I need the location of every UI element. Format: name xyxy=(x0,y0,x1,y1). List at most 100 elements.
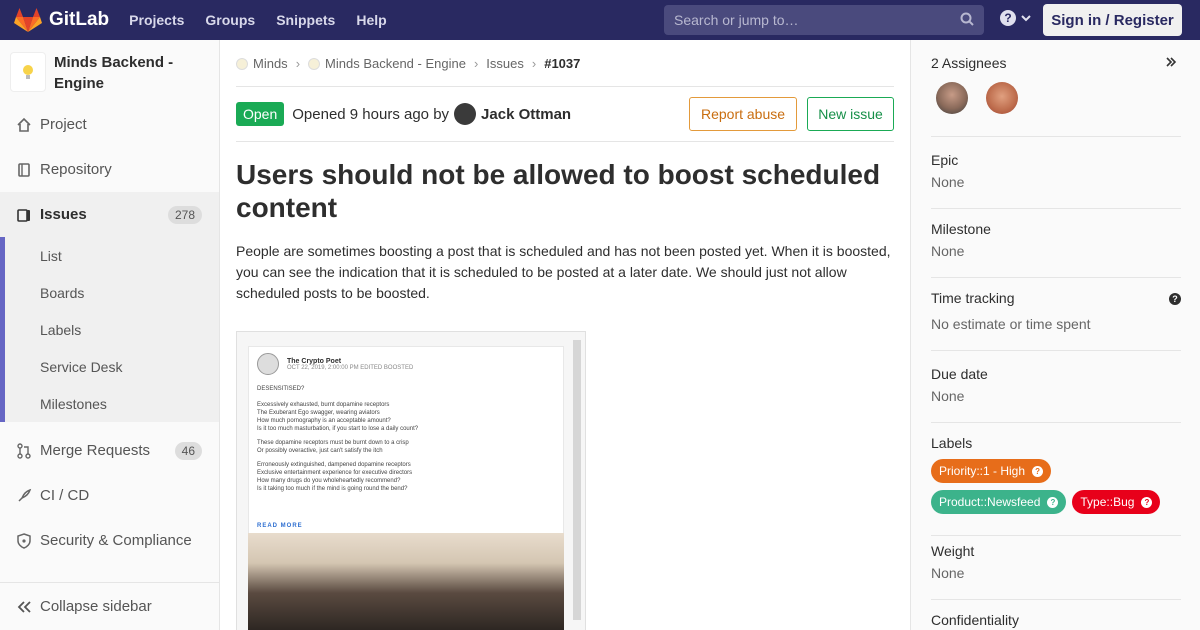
sidebar-subitem-labels[interactable]: Labels xyxy=(0,311,219,348)
collapse-sidebar-button[interactable]: Collapse sidebar xyxy=(0,582,219,630)
author-avatar[interactable] xyxy=(454,103,477,125)
due-date-block: Due date None xyxy=(931,366,1181,423)
label-text: Type::Bug xyxy=(1080,495,1135,509)
breadcrumb-item-minds[interactable]: Minds xyxy=(236,56,288,71)
milestone-label: Milestone xyxy=(931,221,991,237)
breadcrumb-item-issues[interactable]: Issues xyxy=(486,56,524,71)
sidebar-item-issues[interactable]: Issues 278 xyxy=(0,192,219,237)
weight-value: None xyxy=(931,565,965,581)
poem-line: How much pornography is an acceptable am… xyxy=(257,418,391,424)
attached-screenshot[interactable]: The Crypto Poet OCT 22, 2019, 2:00:00 PM… xyxy=(236,331,586,630)
issue-title: Users should not be allowed to boost sch… xyxy=(236,159,881,223)
sidebar-subitem-milestones[interactable]: Milestones xyxy=(0,385,219,422)
nav-link-snippets[interactable]: Snippets xyxy=(276,12,335,28)
poster-header: The Crypto Poet OCT 22, 2019, 2:00:00 PM… xyxy=(257,353,413,375)
poem-line: Is it too much masturbation, if you star… xyxy=(257,426,419,432)
sidebar-item-label: CI / CD xyxy=(40,487,90,504)
search-input[interactable]: Search or jump to… xyxy=(664,5,984,35)
time-tracking-block: Time tracking ? No estimate or time spen… xyxy=(931,290,1181,351)
time-tracking-value: No estimate or time spent xyxy=(931,316,1091,332)
sign-in-button[interactable]: Sign in / Register xyxy=(1043,4,1182,36)
label-badge-priority[interactable]: Priority::1 - High ? xyxy=(931,459,1052,483)
poster-name: The Crypto Poet xyxy=(287,357,342,365)
poem-line: DESENSITISED? xyxy=(257,386,305,392)
question-icon: ? xyxy=(1032,465,1044,477)
nav-link-help[interactable]: Help xyxy=(356,12,386,28)
brand-name: GitLab xyxy=(49,9,110,30)
sidebar-item-project[interactable]: Project xyxy=(0,102,219,147)
search-icon xyxy=(960,12,974,26)
sidebar-subitem-list[interactable]: List xyxy=(0,237,219,274)
read-more-link: READ MORE xyxy=(257,523,303,529)
confidentiality-label: Confidentiality xyxy=(931,612,1019,628)
post-image xyxy=(248,533,564,630)
project-header[interactable]: Minds Backend - Engine xyxy=(0,40,219,102)
epic-block: Epic None xyxy=(931,152,1181,209)
poem-line: Is it taking too much if the mind is goi… xyxy=(257,486,408,492)
chevron-right-icon: › xyxy=(295,55,301,71)
breadcrumb-label: Minds Backend - Engine xyxy=(325,55,466,71)
sidebar-item-repository[interactable]: Repository xyxy=(0,147,219,192)
opened-text: Opened 9 hours ago by xyxy=(292,105,450,123)
report-abuse-button[interactable]: Report abuse xyxy=(689,97,797,131)
issues-count-badge: 278 xyxy=(167,205,202,224)
chevron-right-icon: › xyxy=(531,55,537,71)
poem-line: These dopamine receptors must be burnt d… xyxy=(257,440,409,446)
new-issue-button[interactable]: New issue xyxy=(807,97,894,131)
due-date-label: Due date xyxy=(931,366,988,382)
left-sidebar: Minds Backend - Engine Project Repositor… xyxy=(0,40,220,630)
weight-label: Weight xyxy=(931,543,975,559)
book-icon xyxy=(16,162,32,178)
sidebar-item-label: Repository xyxy=(40,161,112,178)
shield-icon xyxy=(16,532,32,549)
sidebar-item-label: Security & Compliance xyxy=(40,532,192,549)
merge-requests-count-badge: 46 xyxy=(174,441,202,460)
gitlab-logo[interactable]: GitLab xyxy=(14,7,109,33)
label-text: Product::Newsfeed xyxy=(939,495,1041,509)
post-card: The Crypto Poet OCT 22, 2019, 2:00:00 PM… xyxy=(248,346,564,536)
label-badge-type[interactable]: Type::Bug ? xyxy=(1072,490,1161,514)
label-text: Priority::1 - High xyxy=(939,464,1026,478)
rocket-icon xyxy=(16,488,32,504)
status-badge: Open xyxy=(236,102,285,126)
issues-group: Issues 278 List Boards Labels Service De… xyxy=(0,192,219,422)
sidebar-subitem-service-desk[interactable]: Service Desk xyxy=(0,348,219,385)
avatar[interactable] xyxy=(936,82,968,114)
issues-icon xyxy=(16,207,32,223)
labels-label: Labels xyxy=(931,435,973,451)
sidebar-item-label: Project xyxy=(40,116,87,133)
assignees-label: 2 Assignees xyxy=(931,55,1007,71)
labels-block: Labels Priority::1 - High ? Product::New… xyxy=(931,435,1181,536)
sidebar-subitem-boards[interactable]: Boards xyxy=(0,274,219,311)
lightbulb-icon xyxy=(236,57,248,70)
question-icon: ? xyxy=(1000,10,1016,26)
author-name[interactable]: Jack Ottman xyxy=(481,106,571,123)
sidebar-item-label: Issues xyxy=(40,206,87,223)
epic-label: Epic xyxy=(931,152,959,168)
home-icon xyxy=(16,117,32,133)
nav-link-projects[interactable]: Projects xyxy=(129,12,184,28)
sidebar-item-ci-cd[interactable]: CI / CD xyxy=(0,473,219,518)
breadcrumb-item-project[interactable]: Minds Backend - Engine xyxy=(308,56,466,71)
double-chevron-right-icon[interactable] xyxy=(1165,55,1181,71)
assignees-block: 2 Assignees xyxy=(931,55,1181,137)
breadcrumb-current[interactable]: #1037 xyxy=(544,56,580,71)
avatar[interactable] xyxy=(986,82,1018,114)
top-navbar: GitLab Projects Groups Snippets Help Sea… xyxy=(0,0,1200,40)
nav-link-groups[interactable]: Groups xyxy=(205,12,255,28)
help-dropdown[interactable]: ? xyxy=(1000,10,1032,26)
lightbulb-icon xyxy=(10,52,46,92)
poem-line: Excessively exhausted, burnt dopamine re… xyxy=(257,402,390,408)
issue-description: People are sometimes boosting a post tha… xyxy=(236,243,891,301)
question-icon[interactable]: ? xyxy=(1169,293,1181,305)
poem-line: Exclusive entertainment experience for e… xyxy=(257,470,413,476)
weight-block: Weight None xyxy=(931,543,1181,600)
gitlab-fox-icon xyxy=(14,8,42,32)
milestone-block: Milestone None xyxy=(931,221,1181,278)
milestone-value: None xyxy=(931,243,965,259)
merge-request-icon xyxy=(16,442,32,459)
label-badge-product[interactable]: Product::Newsfeed ? xyxy=(931,490,1067,514)
poem-line: How many drugs do you wholeheartedly rec… xyxy=(257,478,401,484)
sidebar-item-merge-requests[interactable]: Merge Requests 46 xyxy=(0,428,219,473)
sidebar-item-security[interactable]: Security & Compliance xyxy=(0,518,219,563)
